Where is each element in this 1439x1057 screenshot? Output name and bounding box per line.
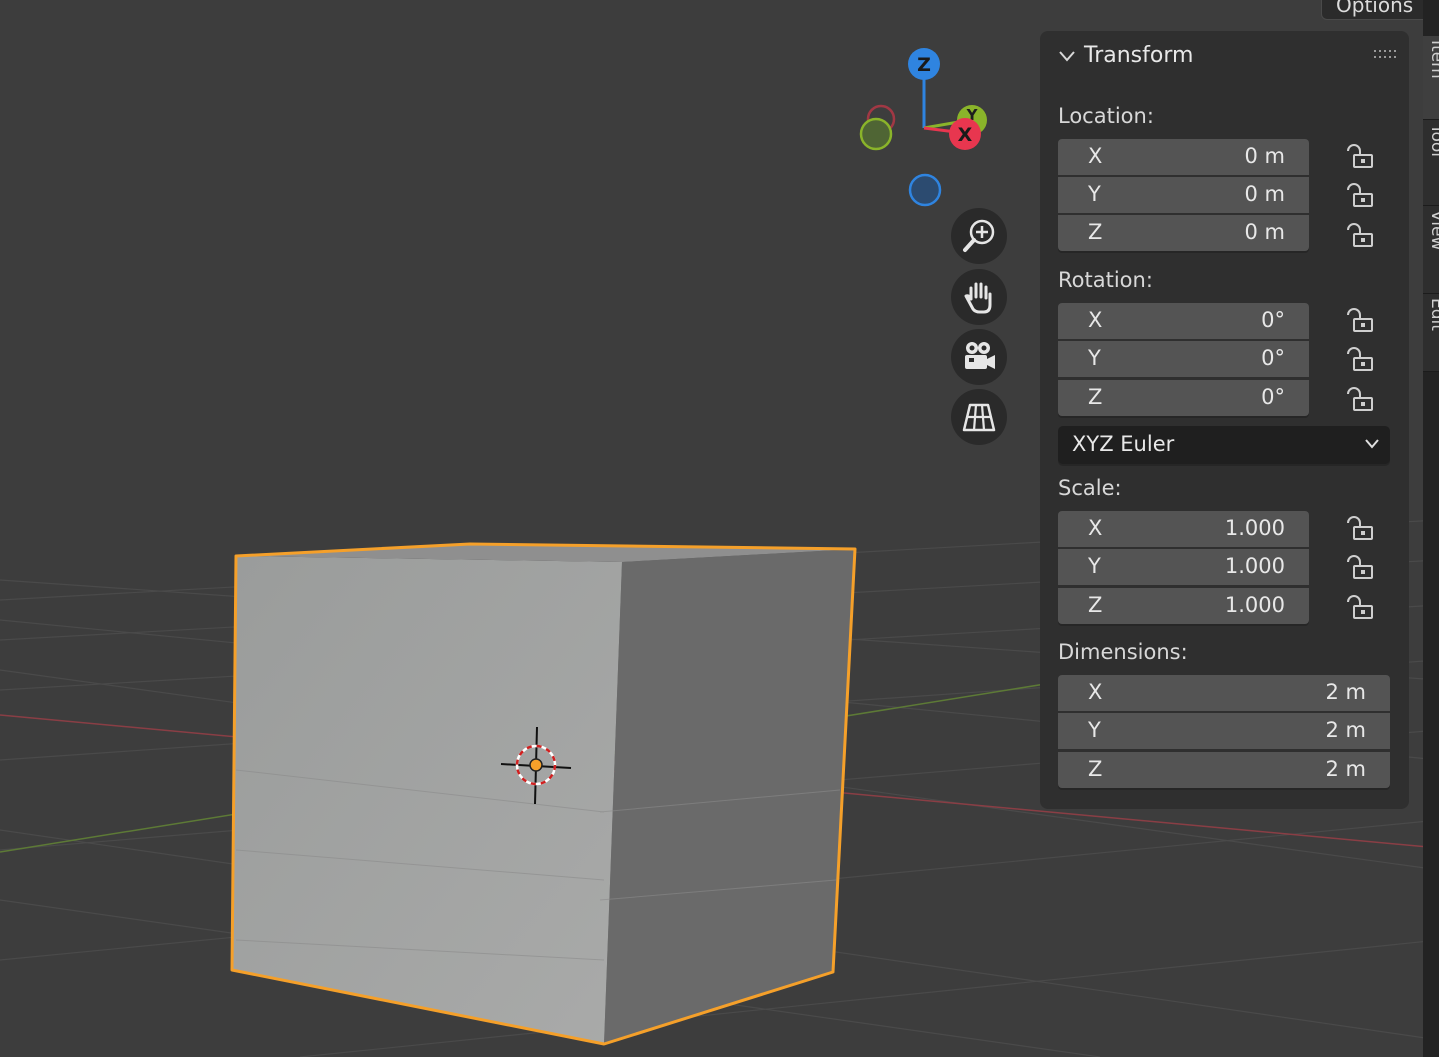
dimensions-label: Dimensions:	[1058, 640, 1188, 664]
svg-text:X: X	[958, 124, 973, 146]
axis-label: Y	[1088, 554, 1101, 578]
rotation-mode-select[interactable]: XYZ Euler	[1058, 426, 1390, 464]
field-value: 0°	[1261, 346, 1285, 370]
axis-label: Y	[1088, 346, 1101, 370]
field-value: 1.000	[1224, 554, 1285, 578]
rotation-y-field[interactable]: Y 0°	[1058, 341, 1309, 377]
rotation-label: Rotation:	[1058, 268, 1153, 292]
lock-rotation-x-icon[interactable]	[1344, 307, 1376, 335]
chevron-down-icon[interactable]	[1058, 49, 1076, 63]
location-y-field[interactable]: Y 0 m	[1058, 177, 1309, 213]
tab-item[interactable]: Item	[1423, 36, 1439, 120]
axis-label: Z	[1088, 593, 1103, 617]
dimensions-x-field[interactable]: X 2 m	[1058, 675, 1390, 711]
lock-location-x-icon[interactable]	[1344, 143, 1376, 171]
field-value: 1.000	[1224, 516, 1285, 540]
rotation-mode-value: XYZ Euler	[1072, 432, 1175, 456]
field-value: 0 m	[1244, 220, 1286, 244]
rotation-z-field[interactable]: Z 0°	[1058, 380, 1309, 416]
field-value: 0 m	[1244, 182, 1286, 206]
field-value: 0°	[1261, 308, 1285, 332]
axis-label: X	[1088, 308, 1103, 332]
axis-label: X	[1088, 516, 1103, 540]
dimensions-z-field[interactable]: Z 2 m	[1058, 752, 1390, 788]
tab-label: Item	[1427, 40, 1439, 79]
tab-label: Edit	[1427, 298, 1439, 331]
lock-location-y-icon[interactable]	[1344, 182, 1376, 210]
lock-rotation-y-icon[interactable]	[1344, 346, 1376, 374]
options-label: Options	[1336, 0, 1414, 17]
hand-icon	[964, 282, 992, 314]
field-value: 0 m	[1244, 144, 1286, 168]
navigation-gizmo[interactable]: Y X Z	[850, 40, 1010, 220]
panel-header[interactable]: Transform	[1040, 31, 1409, 81]
grid-icon	[962, 403, 996, 432]
panel-title: Transform	[1084, 43, 1194, 68]
location-x-field[interactable]: X 0 m	[1058, 139, 1309, 175]
drag-grip-icon[interactable]	[1374, 50, 1396, 60]
axis-label: Z	[1088, 757, 1103, 781]
tab-view[interactable]: View	[1423, 206, 1439, 294]
scale-label: Scale:	[1058, 476, 1122, 500]
camera-view-button[interactable]	[951, 329, 1007, 385]
tab-label: View	[1427, 210, 1439, 251]
axis-label: Z	[1088, 385, 1103, 409]
field-value: 0°	[1261, 385, 1285, 409]
location-label: Location:	[1058, 104, 1154, 128]
field-value: 1.000	[1224, 593, 1285, 617]
scale-y-field[interactable]: Y 1.000	[1058, 549, 1309, 585]
tab-edit[interactable]: Edit	[1423, 294, 1439, 372]
gizmo-z-icon[interactable]: Z	[908, 48, 940, 80]
axis-label: Y	[1088, 718, 1101, 742]
lock-scale-y-icon[interactable]	[1344, 554, 1376, 582]
location-z-field[interactable]: Z 0 m	[1058, 215, 1309, 251]
zoom-button[interactable]	[951, 208, 1007, 264]
gizmo-neg-y-icon[interactable]	[859, 117, 893, 151]
options-dropdown[interactable]: Options ⌄	[1321, 0, 1439, 20]
sidebar-tab-strip: Item Tool View Edit	[1423, 0, 1439, 1057]
camera-icon	[965, 342, 995, 369]
gizmo-x-icon[interactable]: X	[949, 118, 981, 150]
chevron-down-icon	[1365, 439, 1379, 449]
lock-scale-x-icon[interactable]	[1344, 515, 1376, 543]
field-value: 2 m	[1325, 757, 1367, 781]
transform-panel: Transform Location: X 0 m Y 0 m Z 0 m Ro…	[1040, 31, 1409, 809]
lock-location-z-icon[interactable]	[1344, 222, 1376, 250]
dimensions-y-field[interactable]: Y 2 m	[1058, 713, 1390, 749]
axis-label: Y	[1088, 182, 1101, 206]
axis-label: X	[1088, 680, 1103, 704]
gizmo-neg-z-icon[interactable]	[908, 173, 942, 207]
axis-label: Z	[1088, 220, 1103, 244]
lock-scale-z-icon[interactable]	[1344, 594, 1376, 622]
rotation-x-field[interactable]: X 0°	[1058, 303, 1309, 339]
cube-object[interactable]	[230, 542, 857, 1046]
scale-z-field[interactable]: Z 1.000	[1058, 588, 1309, 624]
zoom-icon	[963, 219, 995, 252]
svg-text:Z: Z	[917, 54, 931, 76]
scale-x-field[interactable]: X 1.000	[1058, 511, 1309, 547]
pan-button[interactable]	[951, 269, 1007, 325]
tab-tool[interactable]: Tool	[1423, 120, 1439, 206]
ortho-toggle-button[interactable]	[951, 389, 1007, 445]
field-value: 2 m	[1325, 680, 1367, 704]
lock-rotation-z-icon[interactable]	[1344, 386, 1376, 414]
axis-label: X	[1088, 144, 1103, 168]
field-value: 2 m	[1325, 718, 1367, 742]
tab-label: Tool	[1427, 124, 1439, 158]
